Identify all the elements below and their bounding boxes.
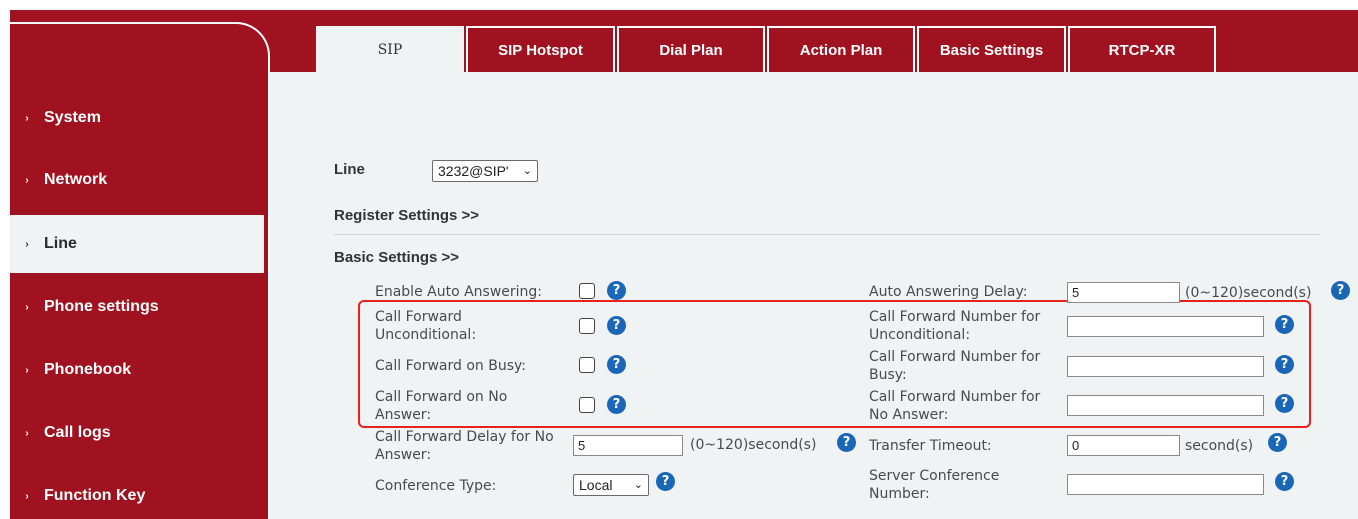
sidebar-item-label: Line bbox=[44, 235, 77, 252]
sidebar-item-phonebook[interactable]: › Phonebook bbox=[10, 341, 264, 399]
help-icon[interactable]: ? bbox=[1275, 472, 1294, 491]
tab-label: Basic Settings bbox=[939, 42, 1044, 59]
cf-delay-input[interactable]: 5 bbox=[573, 435, 683, 456]
basic-settings-toggle[interactable]: Basic Settings >> bbox=[334, 249, 459, 266]
cfn-unconditional-label-line1: Call Forward Number for bbox=[869, 309, 1041, 325]
cf-delay-unit: (0~120)second(s) bbox=[690, 437, 817, 453]
chevron-right-icon: › bbox=[25, 112, 29, 124]
sidebar-item-network[interactable]: › Network bbox=[10, 151, 264, 209]
tab-basic-settings[interactable]: Basic Settings bbox=[917, 26, 1066, 72]
cf-unconditional-label-line1: Call Forward bbox=[375, 309, 462, 325]
cf-delay-label-line1: Call Forward Delay for No bbox=[375, 429, 554, 445]
tab-label: Dial Plan bbox=[659, 42, 723, 59]
auto-answering-delay-label: Auto Answering Delay: bbox=[869, 284, 1028, 300]
transfer-timeout-label: Transfer Timeout: bbox=[869, 438, 992, 454]
help-icon[interactable]: ? bbox=[837, 433, 856, 452]
tab-label: SIP Hotspot bbox=[498, 42, 583, 59]
cf-no-answer-label-line2: Answer: bbox=[375, 407, 432, 423]
transfer-timeout-input[interactable]: 0 bbox=[1067, 435, 1180, 456]
help-icon[interactable]: ? bbox=[1268, 433, 1287, 452]
sidebar-item-label: Phonebook bbox=[44, 361, 132, 378]
sidebar-item-label: Call logs bbox=[44, 424, 111, 441]
tab-action-plan[interactable]: Action Plan bbox=[767, 26, 915, 72]
auto-answering-delay-unit: (0~120)second(s) bbox=[1185, 285, 1312, 301]
line-select[interactable]: 3232@SIP' ⌄ bbox=[432, 160, 538, 182]
cf-unconditional-label-line2: Unconditional: bbox=[375, 327, 477, 343]
sidebar-item-call-logs[interactable]: › Call logs bbox=[10, 404, 264, 462]
line-label: Line bbox=[334, 161, 365, 178]
sidebar-item-line[interactable]: › Line bbox=[10, 215, 264, 273]
sidebar-item-label: System bbox=[44, 109, 101, 126]
chevron-right-icon: › bbox=[25, 364, 29, 376]
chevron-right-icon: › bbox=[25, 174, 29, 186]
server-conference-label-line1: Server Conference bbox=[869, 468, 1000, 484]
tab-dial-plan[interactable]: Dial Plan bbox=[617, 26, 765, 72]
divider bbox=[334, 234, 1321, 235]
chevron-right-icon: › bbox=[25, 238, 29, 250]
chevron-right-icon: › bbox=[25, 490, 29, 502]
tab-label: RTCP-XR bbox=[1108, 42, 1176, 59]
cfn-no-answer-input[interactable] bbox=[1067, 395, 1264, 416]
transfer-timeout-unit: second(s) bbox=[1185, 438, 1254, 454]
cfn-no-answer-label-line1: Call Forward Number for bbox=[869, 389, 1041, 405]
help-icon[interactable]: ? bbox=[1275, 315, 1294, 334]
tab-sip-hotspot[interactable]: SIP Hotspot bbox=[466, 26, 615, 72]
tab-rtcp-xr[interactable]: RTCP-XR bbox=[1068, 26, 1216, 72]
cf-delay-label-line2: Answer: bbox=[375, 447, 432, 463]
conference-type-select[interactable]: Local ⌄ bbox=[573, 474, 649, 496]
tab-sip[interactable]: SIP bbox=[316, 26, 464, 72]
server-conference-input[interactable] bbox=[1067, 474, 1264, 495]
help-icon[interactable]: ? bbox=[1331, 281, 1350, 300]
tab-label: Action Plan bbox=[799, 42, 883, 59]
chevron-right-icon: › bbox=[25, 301, 29, 313]
cfn-busy-label-line1: Call Forward Number for bbox=[869, 349, 1041, 365]
cf-no-answer-checkbox[interactable] bbox=[579, 397, 595, 413]
cfn-busy-label-line2: Busy: bbox=[869, 367, 907, 383]
sidebar-item-phone-settings[interactable]: › Phone settings bbox=[10, 278, 264, 336]
server-conference-label-line2: Number: bbox=[869, 486, 930, 502]
cf-unconditional-checkbox[interactable] bbox=[579, 318, 595, 334]
auto-answering-delay-input[interactable]: 5 bbox=[1067, 282, 1180, 303]
cfn-unconditional-input[interactable] bbox=[1067, 316, 1264, 337]
register-settings-toggle[interactable]: Register Settings >> bbox=[334, 207, 479, 224]
sidebar-item-label: Phone settings bbox=[44, 298, 159, 315]
help-icon[interactable]: ? bbox=[1275, 394, 1294, 413]
help-icon[interactable]: ? bbox=[607, 316, 626, 335]
chevron-down-icon: ⌄ bbox=[633, 479, 643, 491]
cf-busy-label: Call Forward on Busy: bbox=[375, 358, 526, 374]
sidebar-item-label: Function Key bbox=[44, 487, 146, 504]
sidebar-item-function-key[interactable]: › Function Key bbox=[10, 467, 264, 519]
cfn-no-answer-label-line2: No Answer: bbox=[869, 407, 949, 423]
cfn-busy-input[interactable] bbox=[1067, 356, 1264, 377]
help-icon[interactable]: ? bbox=[1275, 355, 1294, 374]
sidebar-item-label: Network bbox=[44, 171, 108, 188]
help-icon[interactable]: ? bbox=[607, 395, 626, 414]
cf-no-answer-label-line1: Call Forward on No bbox=[375, 389, 508, 405]
cf-busy-checkbox[interactable] bbox=[579, 357, 595, 373]
help-icon[interactable]: ? bbox=[607, 281, 626, 300]
conference-type-value: Local bbox=[579, 477, 613, 493]
cfn-unconditional-label-line2: Unconditional: bbox=[869, 327, 971, 343]
help-icon[interactable]: ? bbox=[656, 472, 675, 491]
chevron-down-icon: ⌄ bbox=[522, 165, 532, 177]
chevron-right-icon: › bbox=[25, 427, 29, 439]
conference-type-label: Conference Type: bbox=[375, 478, 497, 494]
help-icon[interactable]: ? bbox=[607, 355, 626, 374]
tab-label: SIP bbox=[377, 42, 403, 58]
enable-auto-answering-label: Enable Auto Answering: bbox=[375, 284, 543, 300]
sidebar-item-system[interactable]: › System bbox=[10, 89, 264, 147]
line-select-value: 3232@SIP' bbox=[438, 163, 509, 179]
enable-auto-answering-checkbox[interactable] bbox=[579, 283, 595, 299]
